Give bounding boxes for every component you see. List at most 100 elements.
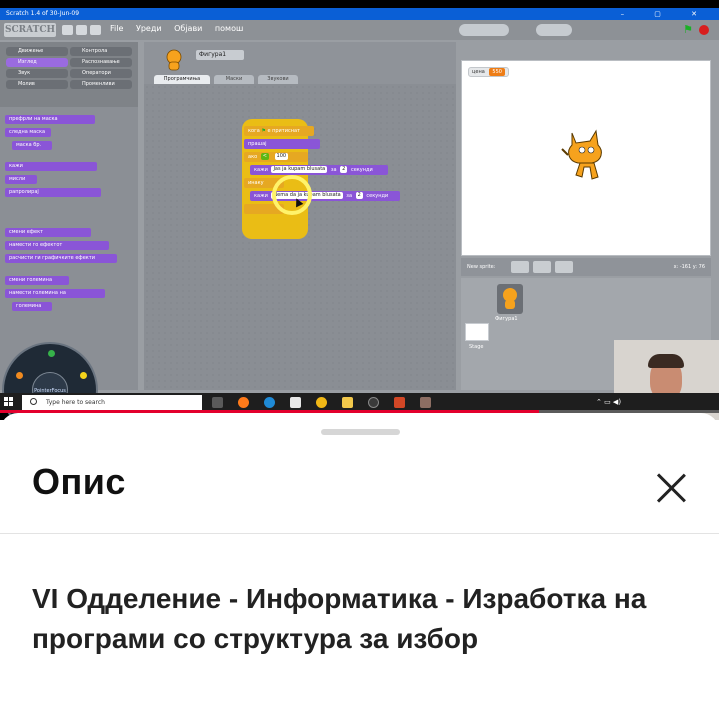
green-flag-icon: ⚑ <box>261 128 266 134</box>
palette-block: смени големина <box>5 276 69 285</box>
window-controls: – ▢ ✕ <box>620 10 711 18</box>
choose-sprite-icon <box>533 261 551 273</box>
video-player[interactable]: Scratch 1.4 of 30-Jun-09 – ▢ ✕ SCRATCH F… <box>0 0 719 420</box>
save-icon <box>76 25 87 35</box>
stage-thumb-label: Stage <box>469 344 484 350</box>
menu-file: File <box>110 24 124 33</box>
palette-block: префрли на маска <box>5 115 95 124</box>
stop-icon <box>699 25 709 35</box>
app-icon <box>368 397 379 408</box>
presentation-toggle <box>536 24 572 36</box>
palette-block: намести големина на <box>5 289 105 298</box>
block-text: за <box>330 167 337 173</box>
paint-sprite-icon <box>511 261 529 273</box>
sprite-thumbnail <box>497 284 523 314</box>
divider <box>0 533 719 534</box>
window-title: Scratch 1.4 of 30-Jun-09 <box>6 10 80 17</box>
scratch-logo: SCRATCH <box>4 23 56 37</box>
block-text: за <box>346 193 353 199</box>
palette-block: смени ефект <box>5 228 91 237</box>
category-variables: Променливи <box>70 80 132 89</box>
drag-handle[interactable] <box>321 429 400 435</box>
category-looks: Изглед <box>6 58 68 67</box>
stage-thumbnail <box>465 323 489 341</box>
category-sensing: Распознавање <box>70 58 132 67</box>
pf-tool-icon <box>80 372 87 379</box>
menu-edit: Уреди <box>135 24 162 33</box>
task-view-icon <box>212 397 223 408</box>
share-icon <box>90 25 101 35</box>
scratch-menubar: SCRATCH File Уреди Објави помош ⚑ <box>0 20 719 40</box>
menu-share: Објави <box>174 24 203 33</box>
block-text: секунди <box>350 167 373 173</box>
presenter-hair <box>648 354 684 368</box>
script-block-when: кога ⚑ е притиснат <box>244 126 314 136</box>
scratch-window: Scratch 1.4 of 30-Jun-09 – ▢ ✕ SCRATCH F… <box>0 8 719 420</box>
block-text: кажи <box>254 193 268 199</box>
description-sheet: Опис VI Одделение - Информатика - Израбо… <box>0 413 719 719</box>
palette-block: големина <box>12 302 52 311</box>
script-block-say: кажи Jas ja kupam blusata за 2 секунди <box>250 165 388 175</box>
script-canvas: кога ⚑ е притиснат прашај ако < 100 кажи <box>144 84 456 390</box>
menu-help: помош <box>214 24 244 33</box>
palette-block: следна маска <box>5 128 51 137</box>
firefox-icon <box>238 397 249 408</box>
block-palette: Движење Изглед Звук Молив Контрола Распо… <box>0 42 138 420</box>
block-text: ако <box>248 154 258 160</box>
new-sprite-label: New sprite: <box>467 264 496 270</box>
palette-block: мисли <box>5 175 37 184</box>
stage: цена 550 <box>461 60 711 256</box>
monitor-value: 550 <box>489 68 505 76</box>
category-control: Контрола <box>70 47 132 56</box>
block-text: секунди <box>366 193 389 199</box>
block-text: кога <box>248 128 260 134</box>
scratch-cat-icon <box>561 129 602 180</box>
windows-start-icon <box>4 397 14 407</box>
palette-block: расчисти ги графичките ефекти <box>5 254 117 263</box>
condition-value: 100 <box>274 153 289 160</box>
powerpoint-icon <box>394 397 405 408</box>
window-titlebar: Scratch 1.4 of 30-Jun-09 – ▢ ✕ <box>0 8 719 20</box>
cursor-focus-ring <box>272 175 312 215</box>
new-sprite-bar: New sprite: x: -161 y: 76 <box>461 258 711 276</box>
globe-icon <box>62 25 73 35</box>
tab-costumes: Маски <box>214 75 254 84</box>
category-motion: Движење <box>6 47 68 56</box>
condition-operator: < <box>260 153 269 160</box>
category-operators: Оператори <box>70 69 132 78</box>
variable-monitor: цена 550 <box>468 67 509 77</box>
block-text: прашај <box>248 141 267 147</box>
green-flag-icon: ⚑ <box>683 23 693 36</box>
pf-tool-icon <box>16 372 23 379</box>
stage-coordinates: x: -161 y: 76 <box>673 264 705 270</box>
palette-block: кажи <box>5 162 97 171</box>
block-text: е притиснат <box>267 128 300 134</box>
menu-items: File Уреди Објави помош <box>110 24 253 33</box>
say-text: Jas ja kupam blusata <box>271 166 328 173</box>
pf-tool-icon <box>48 350 55 357</box>
chrome-icon <box>316 397 327 408</box>
script-block-ask: прашај <box>244 139 320 149</box>
edge-icon <box>264 397 275 408</box>
app-icon <box>420 397 431 408</box>
system-tray: ⌃ ▭ ◀) <box>596 398 622 406</box>
monitor-label: цена <box>472 69 485 75</box>
file-explorer-icon <box>342 397 353 408</box>
app-icon <box>290 397 301 408</box>
palette-block: рапролирај <box>5 188 101 197</box>
sheet-title: Опис <box>32 461 126 502</box>
category-sound: Звук <box>6 69 68 78</box>
tab-scripts: Програмчиња <box>154 75 210 84</box>
scripts-pane: Фигура1 Програмчиња Маски Звукови кога ⚑… <box>144 42 456 390</box>
search-icon <box>30 398 37 405</box>
sprite-header: Фигура1 Програмчиња Маски Звукови <box>144 42 456 84</box>
random-sprite-icon <box>555 261 573 273</box>
stage-size-toggle <box>459 24 509 36</box>
category-pen: Молив <box>6 80 68 89</box>
sprite-thumb-label: Фигура1 <box>495 316 518 322</box>
close-icon[interactable] <box>648 465 694 511</box>
say-seconds: 2 <box>355 192 363 199</box>
app-root: Scratch 1.4 of 30-Jun-09 – ▢ ✕ SCRATCH F… <box>0 0 719 719</box>
sprite-cat-icon <box>166 49 182 71</box>
sprite-cat-icon <box>503 288 517 309</box>
